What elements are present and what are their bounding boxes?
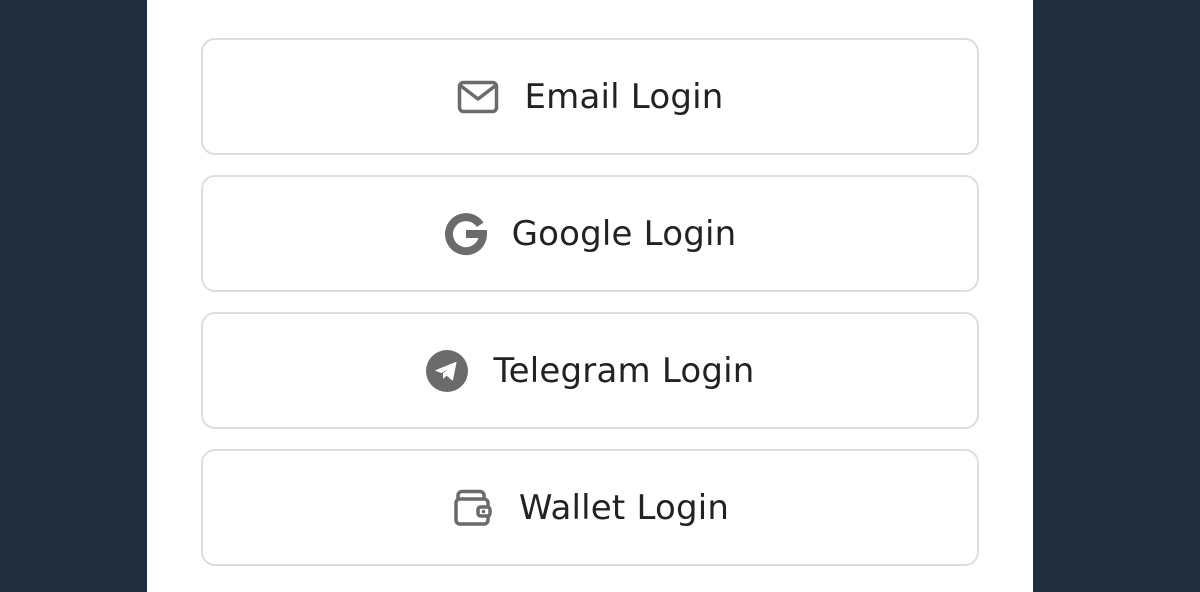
google-login-button[interactable]: Google Login: [201, 175, 979, 292]
telegram-login-button[interactable]: Telegram Login: [201, 312, 979, 429]
wallet-icon: [451, 486, 495, 530]
google-login-label: Google Login: [511, 213, 737, 254]
email-login-button[interactable]: Email Login: [201, 38, 979, 155]
mail-icon: [456, 75, 500, 119]
telegram-login-label: Telegram Login: [493, 350, 755, 391]
wallet-login-button[interactable]: Wallet Login: [201, 449, 979, 566]
google-icon: [444, 212, 488, 256]
telegram-icon: [425, 349, 469, 393]
login-panel: Email Login Google Login Telegram Login: [147, 0, 1033, 592]
wallet-login-label: Wallet Login: [518, 487, 730, 528]
login-options-list: Email Login Google Login Telegram Login: [201, 38, 979, 586]
email-login-label: Email Login: [524, 76, 724, 117]
